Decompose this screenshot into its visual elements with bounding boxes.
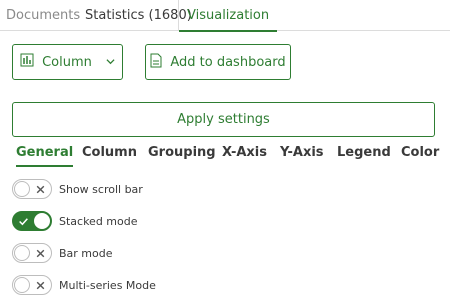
check-icon bbox=[19, 218, 28, 226]
bar-mode-toggle[interactable] bbox=[12, 243, 52, 263]
multi-series-mode-label: Multi-series Mode bbox=[59, 278, 156, 292]
tab-visualization[interactable]: Visualization bbox=[178, 0, 278, 32]
toggle-knob bbox=[14, 277, 30, 293]
show-scroll-bar-toggle[interactable] bbox=[12, 179, 52, 199]
tab-documents[interactable]: Documents bbox=[6, 0, 80, 31]
subtab-grouping[interactable]: Grouping bbox=[148, 141, 216, 165]
toggle-knob bbox=[14, 181, 30, 197]
toggle-row-bar-mode: Bar mode bbox=[12, 243, 113, 263]
close-icon bbox=[36, 281, 45, 290]
subtab-legend[interactable]: Legend bbox=[337, 141, 391, 165]
toggle-knob bbox=[34, 213, 50, 229]
document-icon bbox=[150, 53, 162, 72]
subtab-column[interactable]: Column bbox=[82, 141, 137, 165]
apply-settings-button[interactable]: Apply settings bbox=[12, 102, 435, 137]
subtab-general[interactable]: General bbox=[16, 141, 74, 167]
chart-type-label: Column bbox=[42, 54, 92, 70]
chart-type-dropdown[interactable]: Column bbox=[12, 44, 123, 80]
add-to-dashboard-button[interactable]: Add to dashboard bbox=[145, 44, 291, 80]
close-icon bbox=[36, 185, 45, 194]
top-tab-bar: Documents Statistics (1680) Visualizatio… bbox=[0, 0, 450, 32]
toggle-row-show-scroll-bar: Show scroll bar bbox=[12, 179, 143, 199]
add-to-dashboard-label: Add to dashboard bbox=[170, 54, 286, 70]
toggle-row-multi-series-mode: Multi-series Mode bbox=[12, 275, 156, 295]
close-icon bbox=[36, 249, 45, 258]
tab-statistics[interactable]: Statistics (1680) bbox=[85, 0, 192, 31]
multi-series-mode-toggle[interactable] bbox=[12, 275, 52, 295]
show-scroll-bar-label: Show scroll bar bbox=[59, 182, 143, 196]
bar-mode-label: Bar mode bbox=[59, 246, 113, 260]
subtab-y-axis[interactable]: Y-Axis bbox=[280, 141, 324, 165]
subtab-x-axis[interactable]: X-Axis bbox=[222, 141, 267, 165]
stacked-mode-toggle[interactable] bbox=[12, 211, 52, 231]
toggle-knob bbox=[14, 245, 30, 261]
stacked-mode-label: Stacked mode bbox=[59, 214, 138, 228]
chart-column-icon bbox=[20, 53, 34, 71]
settings-tab-bar: General Column Grouping X-Axis Y-Axis Le… bbox=[0, 141, 450, 167]
chevron-down-icon bbox=[106, 55, 115, 70]
subtab-color[interactable]: Color bbox=[401, 141, 439, 165]
toggle-row-stacked-mode: Stacked mode bbox=[12, 211, 138, 231]
